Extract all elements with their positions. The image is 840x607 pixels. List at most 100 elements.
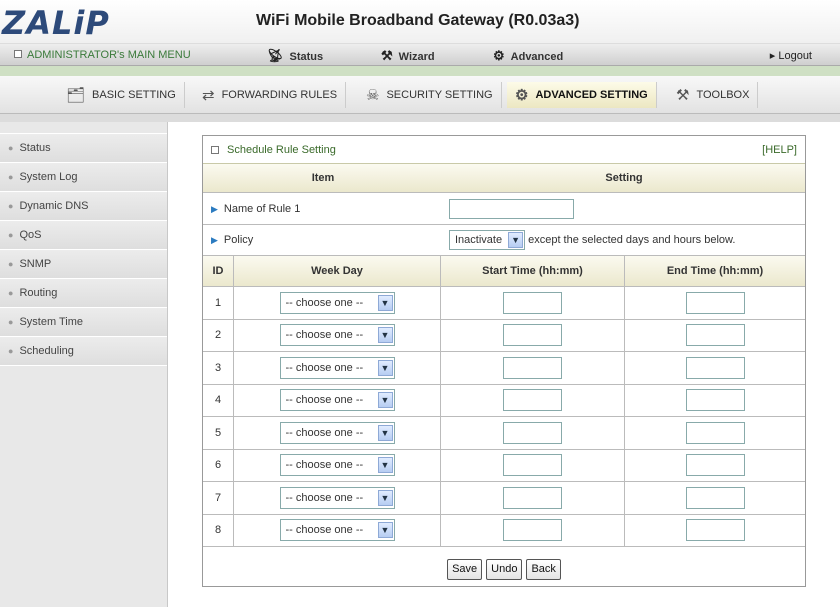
table-row: 7 -- choose one -- ▼ xyxy=(203,482,805,515)
row-id: 5 xyxy=(203,417,234,449)
sidebar: ● Status ● System Log ● Dynamic DNS ● QoS ● S… xyxy=(0,122,168,607)
antenna-icon: 📡︎ xyxy=(267,48,284,63)
tab-forwarding-rules[interactable]: ⇄ FORWARDING RULES xyxy=(194,82,347,108)
end-time-input[interactable] xyxy=(685,324,745,347)
start-time-input[interactable] xyxy=(503,486,562,509)
tab-security-setting[interactable]: ☠ SECURITY SETTING xyxy=(358,82,502,108)
bullet-icon: ● xyxy=(8,288,14,298)
start-time-input[interactable] xyxy=(503,519,562,542)
bullet-icon: ● xyxy=(8,317,14,327)
sidebar-item-scheduling[interactable]: ● Scheduling xyxy=(0,337,167,366)
start-time-input[interactable] xyxy=(503,389,562,412)
week-day-select-value: -- choose one -- xyxy=(285,329,364,342)
rule-name-input[interactable] xyxy=(449,198,574,219)
sidebar-item-label: System Log xyxy=(19,171,78,183)
tab-basic-setting[interactable]: 🗂︎ BASIC SETTING xyxy=(58,82,185,108)
advanced-icon: ⚙ xyxy=(493,48,505,63)
end-time-input[interactable] xyxy=(685,356,745,379)
week-day-select[interactable]: -- choose one -- ▼ xyxy=(279,421,395,444)
start-time-input[interactable] xyxy=(503,324,562,347)
week-day-select[interactable]: -- choose one -- ▼ xyxy=(279,486,395,509)
logo: ZALiP xyxy=(2,4,110,42)
tab-advanced-setting[interactable]: ⚙ ADVANCED SETTING xyxy=(507,82,657,108)
end-time-input[interactable] xyxy=(685,519,745,542)
sidebar-item-label: SNMP xyxy=(19,258,52,270)
forward-icon: ⇄ xyxy=(202,87,215,104)
week-day-select-value: -- choose one -- xyxy=(285,296,364,309)
week-day-select[interactable]: -- choose one -- ▼ xyxy=(279,389,395,412)
back-button[interactable]: Back xyxy=(526,558,561,580)
table-header: Item Setting xyxy=(203,164,805,193)
table-row: 8 -- choose one -- ▼ xyxy=(203,514,805,547)
sidebar-item-label: Routing xyxy=(19,287,58,299)
schedule-grid-header: ID Week Day Start Time (hh:mm) End Time … xyxy=(203,256,805,287)
end-time-input[interactable] xyxy=(685,389,745,412)
menu-advanced[interactable]: ⚙ Advanced xyxy=(493,48,563,64)
sidebar-item-label: Status xyxy=(19,142,51,154)
policy-select-value: Inactivate xyxy=(455,234,503,246)
wizard-icon: ⚒ xyxy=(381,48,393,63)
sidebar-item-routing[interactable]: ● Routing xyxy=(0,279,167,308)
week-day-select-value: -- choose one -- xyxy=(285,361,364,374)
admin-menu[interactable]: ADMINISTRATOR's MAIN MENU xyxy=(14,49,191,61)
arrow-right-icon: ▶ xyxy=(211,203,218,214)
toolbox-icon: ⚒ xyxy=(676,87,690,104)
panel-title: Schedule Rule Setting xyxy=(227,143,336,156)
sidebar-item-label: Dynamic DNS xyxy=(19,200,89,212)
chevron-down-icon: ▼ xyxy=(377,489,393,506)
tab-toolbox[interactable]: ⚒ TOOLBOX xyxy=(668,82,759,108)
tab-label: TOOLBOX xyxy=(696,89,750,101)
bullet-icon: ● xyxy=(8,143,14,153)
week-day-select[interactable]: -- choose one -- ▼ xyxy=(279,324,395,347)
week-day-select[interactable]: -- choose one -- ▼ xyxy=(279,519,395,542)
divider xyxy=(0,66,840,76)
start-time-input[interactable] xyxy=(503,356,562,379)
column-header-id: ID xyxy=(203,256,234,286)
start-time-input[interactable] xyxy=(503,291,562,314)
policy-select[interactable]: Inactivate ▼ xyxy=(449,230,526,250)
row-id: 4 xyxy=(203,384,234,416)
end-time-input[interactable] xyxy=(685,454,745,477)
advanced-icon: ⚙ xyxy=(515,87,529,104)
main-menu-bar: ADMINISTRATOR's MAIN MENU 📡︎ Status ⚒ Wiza… xyxy=(0,44,840,66)
start-time-input[interactable] xyxy=(503,454,562,477)
menu-status[interactable]: 📡︎ Status xyxy=(267,48,323,64)
save-button[interactable]: Save xyxy=(447,558,483,580)
sidebar-item-snmp[interactable]: ● SNMP xyxy=(0,250,167,279)
sidebar-item-system-time[interactable]: ● System Time xyxy=(0,308,167,337)
policy-row: ▶ Policy Inactivate ▼ except the selected… xyxy=(203,225,805,256)
sidebar-item-qos[interactable]: ● QoS xyxy=(0,221,167,250)
rule-name-label: Name of Rule 1 xyxy=(223,202,301,215)
sidebar-item-status[interactable]: ● Status xyxy=(0,134,167,163)
end-time-input[interactable] xyxy=(685,291,745,314)
column-header-setting: Setting xyxy=(605,172,643,184)
undo-button[interactable]: Undo xyxy=(486,558,523,580)
chevron-down-icon: ▼ xyxy=(377,327,393,344)
end-time-input[interactable] xyxy=(685,421,745,444)
sidebar-item-label: System Time xyxy=(19,316,84,328)
sidebar-item-dynamic-dns[interactable]: ● Dynamic DNS xyxy=(0,192,167,221)
checkbox-icon xyxy=(14,50,22,58)
column-header-item: Item xyxy=(311,172,335,184)
week-day-select[interactable]: -- choose one -- ▼ xyxy=(279,454,395,477)
header: ZALiP WiFi Mobile Broadband Gateway (R0.… xyxy=(0,0,840,44)
table-row: 3 -- choose one -- ▼ xyxy=(203,352,805,385)
end-time-input[interactable] xyxy=(685,486,745,509)
caret-right-icon: ▸ xyxy=(769,50,776,62)
bullet-icon: ● xyxy=(8,172,14,182)
help-link[interactable]: [HELP] xyxy=(762,144,797,156)
menu-wizard[interactable]: ⚒ Wizard xyxy=(381,48,435,64)
sidebar-item-system-log[interactable]: ● System Log xyxy=(0,163,167,192)
logout-link[interactable]: ▸ Logout xyxy=(770,49,812,62)
start-time-input[interactable] xyxy=(503,421,562,444)
bullet-icon: ● xyxy=(8,230,14,240)
row-id: 6 xyxy=(203,449,234,481)
row-id: 1 xyxy=(203,287,234,319)
security-icon: ☠ xyxy=(366,87,380,104)
tab-label: SECURITY SETTING xyxy=(386,89,493,101)
week-day-select-value: -- choose one -- xyxy=(285,524,364,537)
tab-bar: 🗂︎ BASIC SETTING ⇄ FORWARDING RULES ☠ SECUR… xyxy=(0,76,840,114)
week-day-select[interactable]: -- choose one -- ▼ xyxy=(279,291,395,314)
week-day-select[interactable]: -- choose one -- ▼ xyxy=(279,356,395,379)
row-id: 2 xyxy=(203,319,234,351)
